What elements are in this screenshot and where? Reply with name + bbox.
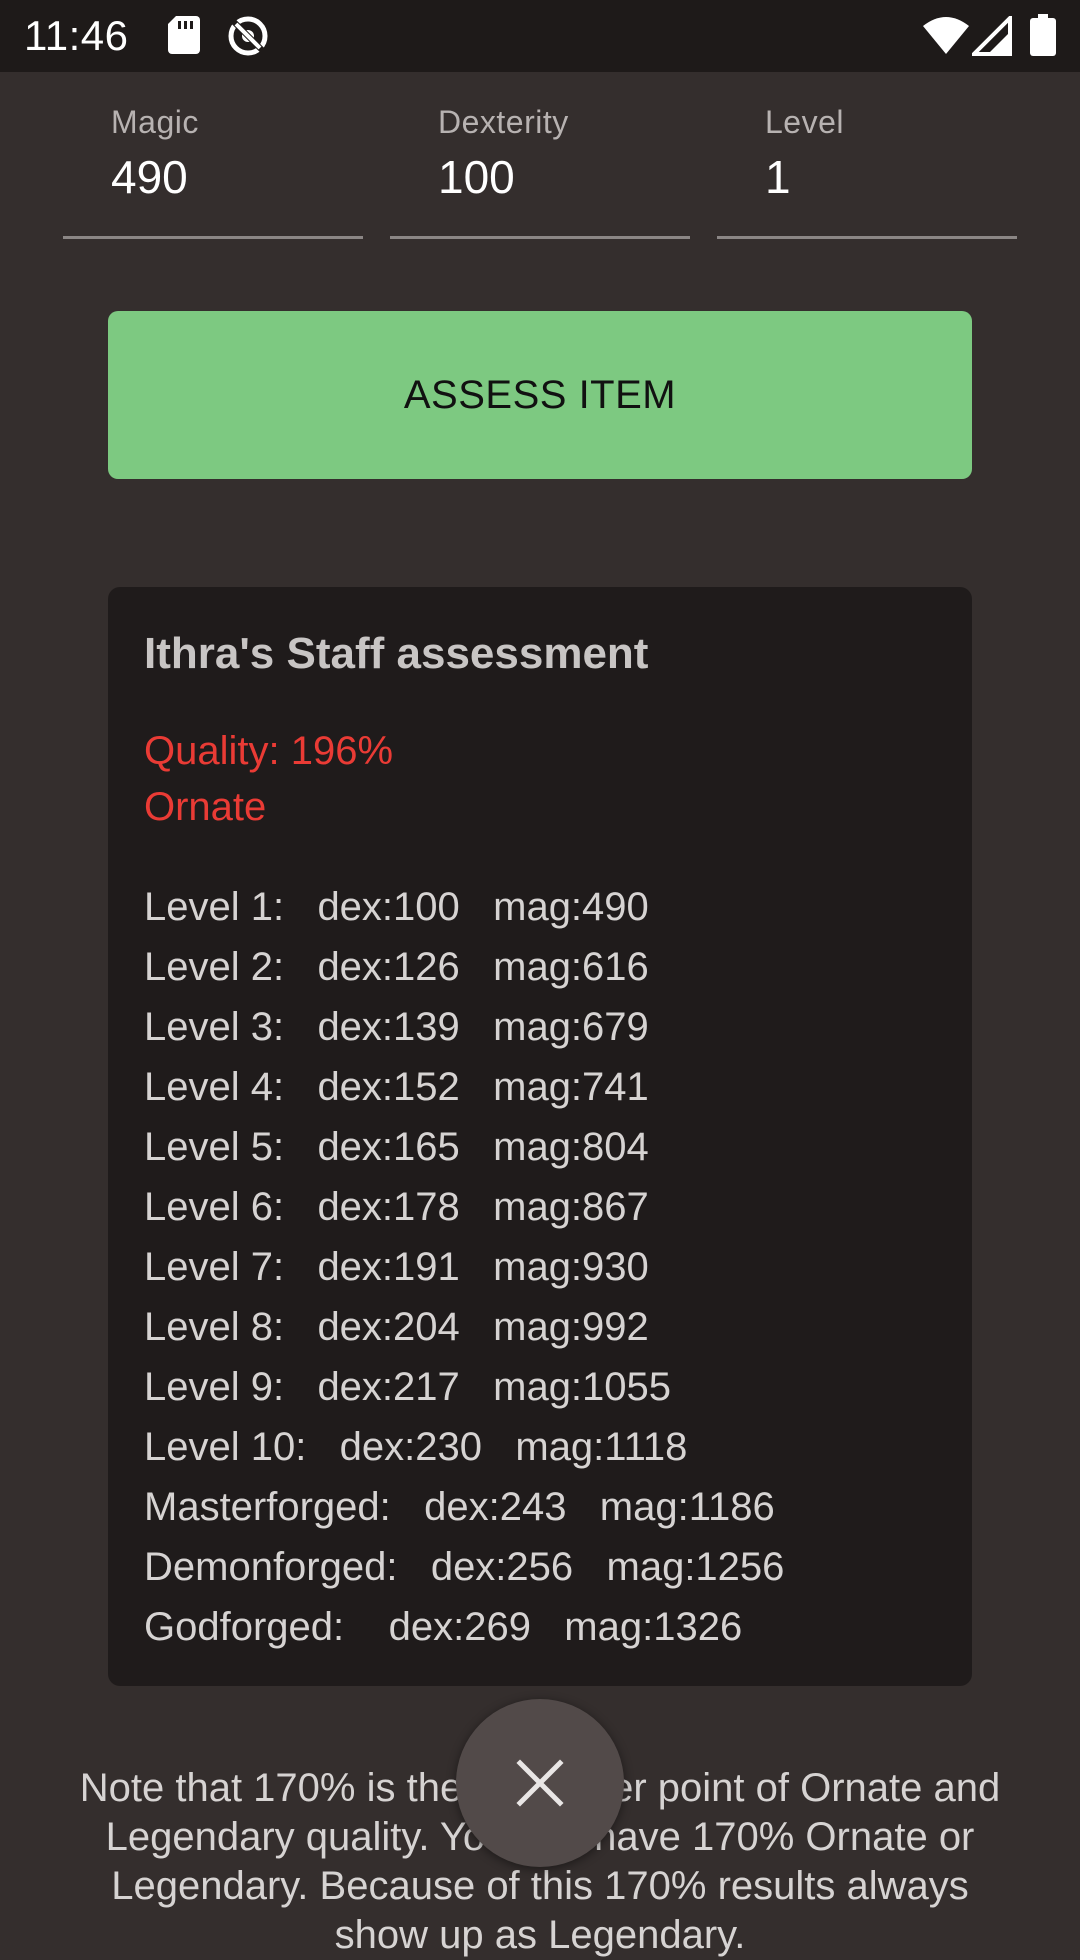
close-button[interactable] [456,1699,624,1867]
level-stats-list: Level 1: dex:100 mag:490 Level 2: dex:12… [144,877,784,1657]
status-time: 11:46 [24,12,129,59]
level-field-value[interactable]: 1 [765,150,791,204]
level-stat-row: Level 9: dex:217 mag:1055 [144,1365,672,1409]
dexterity-field-label: Dexterity [438,104,569,140]
signal-icon [972,16,1012,56]
magic-field-underline [63,236,363,239]
level-stat-row: Level 10: dex:230 mag:1118 [144,1425,688,1469]
level-stat-row: Level 6: dex:178 mag:867 [144,1185,649,1229]
quality-tier: Ornate [144,785,267,829]
magic-field[interactable]: Magic 490 [63,72,363,240]
level-stat-row: Level 3: dex:139 mag:679 [144,1005,649,1049]
level-stat-row: Level 8: dex:204 mag:992 [144,1305,649,1349]
assess-item-button[interactable]: ASSESS ITEM [108,311,972,479]
assessment-card: Ithra's Staff assessment Quality: 196% O… [108,587,972,1686]
level-field-underline [717,236,1017,239]
wifi-icon [923,17,969,54]
status-bar: 11:46 [0,0,1080,72]
level-stat-row: Level 5: dex:165 mag:804 [144,1125,649,1169]
level-stat-row: Godforged: dex:269 mag:1326 [144,1605,743,1649]
battery-icon [1030,14,1056,56]
sd-card-icon [168,16,200,54]
level-field[interactable]: Level 1 [717,72,1017,240]
dexterity-field[interactable]: Dexterity 100 [390,72,690,240]
sync-icon [228,16,268,56]
magic-field-value[interactable]: 490 [111,150,188,204]
dexterity-field-underline [390,236,690,239]
level-stat-row: Level 1: dex:100 mag:490 [144,885,649,929]
level-stat-row: Level 7: dex:191 mag:930 [144,1245,649,1289]
assessment-title: Ithra's Staff assessment [144,629,649,678]
level-stat-row: Level 2: dex:126 mag:616 [144,945,649,989]
quality-text: Quality: 196% [144,729,394,773]
level-stat-row: Level 4: dex:152 mag:741 [144,1065,649,1109]
magic-field-label: Magic [111,104,199,140]
dexterity-field-value[interactable]: 100 [438,150,515,204]
level-stat-row: Demonforged: dex:256 mag:1256 [144,1545,785,1589]
close-icon [516,1759,564,1807]
level-stat-row: Masterforged: dex:243 mag:1186 [144,1485,775,1529]
level-field-label: Level [765,104,844,140]
